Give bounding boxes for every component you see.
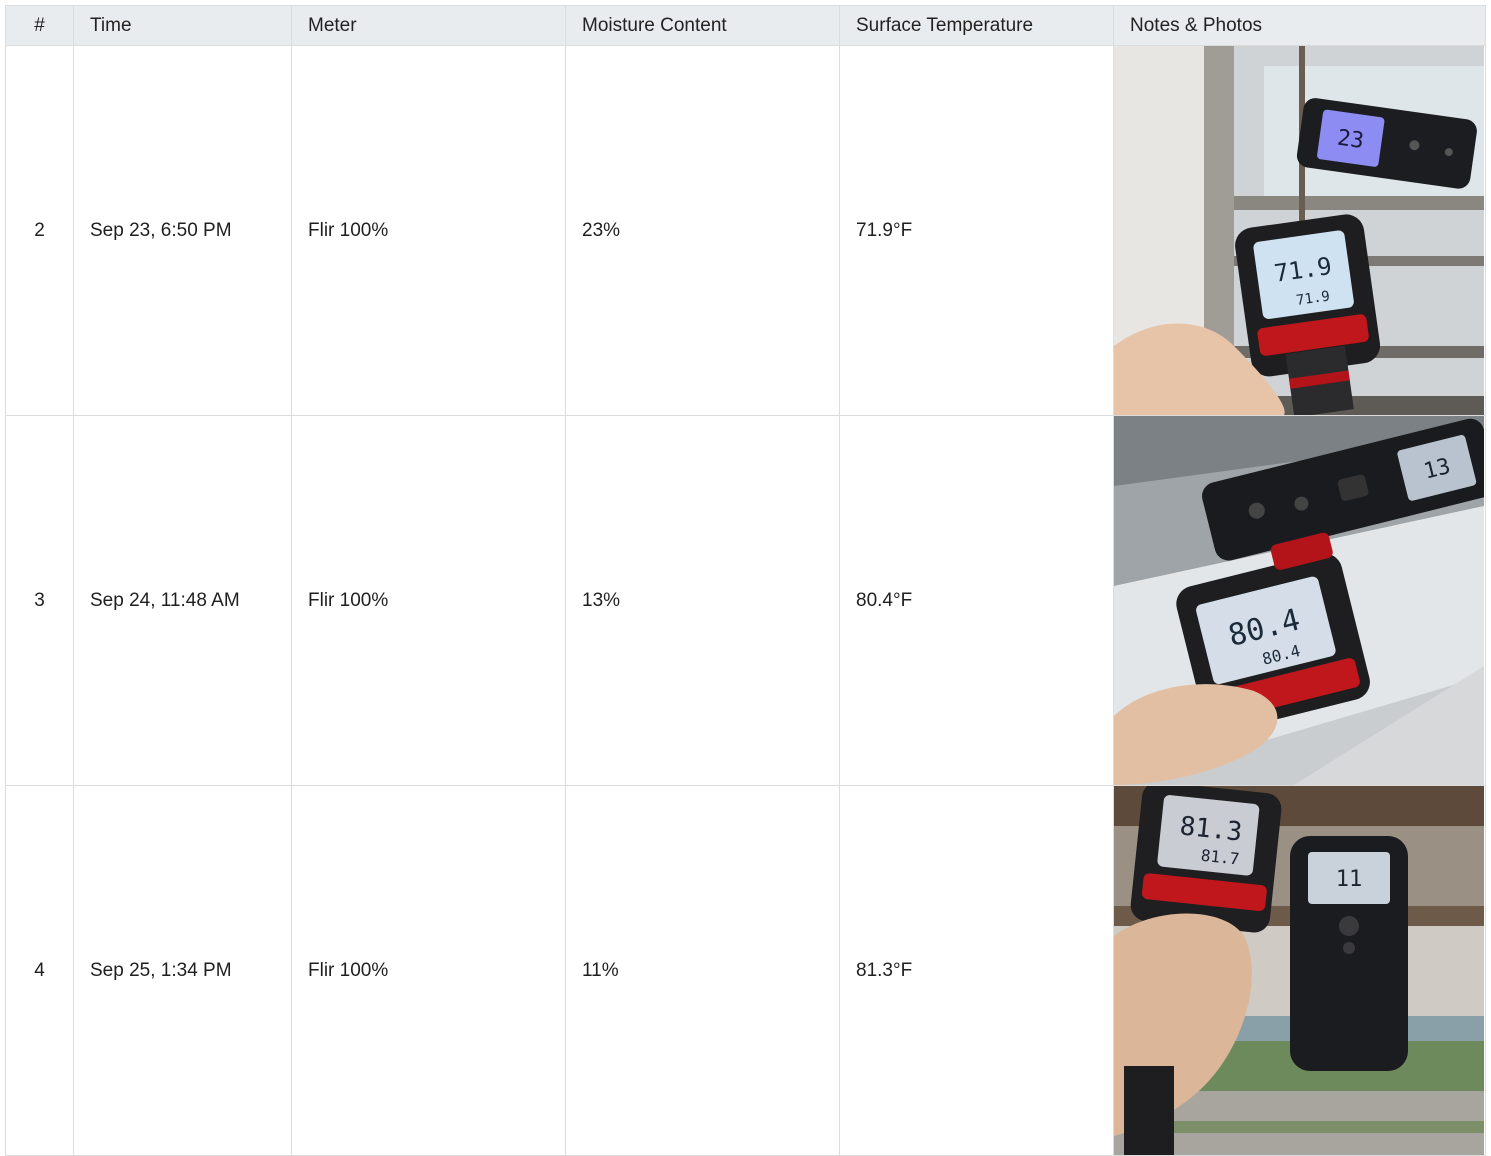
row-time: Sep 23, 6:50 PM (73, 45, 292, 416)
column-header-meter: Meter (291, 5, 566, 46)
photo-gun-sub-reading: 81.7 (1200, 846, 1240, 869)
row-number: 4 (5, 785, 74, 1156)
photo-meter-on-window-frame: 13 80.4 80.4 (1114, 416, 1484, 785)
row-moisture: 23% (565, 45, 840, 416)
row-number: 3 (5, 415, 74, 786)
table-row: 3 Sep 24, 11:48 AM Flir 100% 13% 80.4°F (5, 415, 1486, 786)
column-header-surface-temperature: Surface Temperature (839, 5, 1114, 46)
row-meter: Flir 100% (291, 415, 566, 786)
table-row: 4 Sep 25, 1:34 PM Flir 100% 11% 81.3°F 8… (5, 785, 1486, 1156)
row-meter: Flir 100% (291, 785, 566, 1156)
row-time: Sep 25, 1:34 PM (73, 785, 292, 1156)
photo-meter-on-window-frame: 81.3 81.7 11 (1114, 786, 1484, 1155)
readings-table: # Time Meter Moisture Content Surface Te… (5, 5, 1486, 1156)
row-surface-temperature: 81.3°F (839, 785, 1114, 1156)
column-header-notes-photos: Notes & Photos (1113, 5, 1486, 46)
column-header-moisture: Moisture Content (565, 5, 840, 46)
row-moisture: 11% (565, 785, 840, 1156)
photo-meter-reading: 11 (1336, 867, 1363, 892)
table-header-row: # Time Meter Moisture Content Surface Te… (5, 5, 1486, 46)
column-header-number: # (5, 5, 74, 46)
photo-meter-reading: 23 (1336, 126, 1366, 154)
row-photo-cell: 23 71.9 71.9 (1113, 45, 1486, 416)
row-surface-temperature: 80.4°F (839, 415, 1114, 786)
reading-photo[interactable]: 23 71.9 71.9 (1114, 46, 1485, 415)
row-time: Sep 24, 11:48 AM (73, 415, 292, 786)
row-photo-cell: 81.3 81.7 11 (1113, 785, 1486, 1156)
reading-photo[interactable]: 81.3 81.7 11 (1114, 786, 1485, 1155)
row-meter: Flir 100% (291, 45, 566, 416)
row-photo-cell: 13 80.4 80.4 (1113, 415, 1486, 786)
column-header-time: Time (73, 5, 292, 46)
row-surface-temperature: 71.9°F (839, 45, 1114, 416)
table-row: 2 Sep 23, 6:50 PM Flir 100% 23% 71.9°F 2… (5, 45, 1486, 416)
row-number: 2 (5, 45, 74, 416)
reading-photo[interactable]: 13 80.4 80.4 (1114, 416, 1485, 785)
photo-meter-on-window-frame: 23 71.9 71.9 (1114, 46, 1484, 415)
row-moisture: 13% (565, 415, 840, 786)
